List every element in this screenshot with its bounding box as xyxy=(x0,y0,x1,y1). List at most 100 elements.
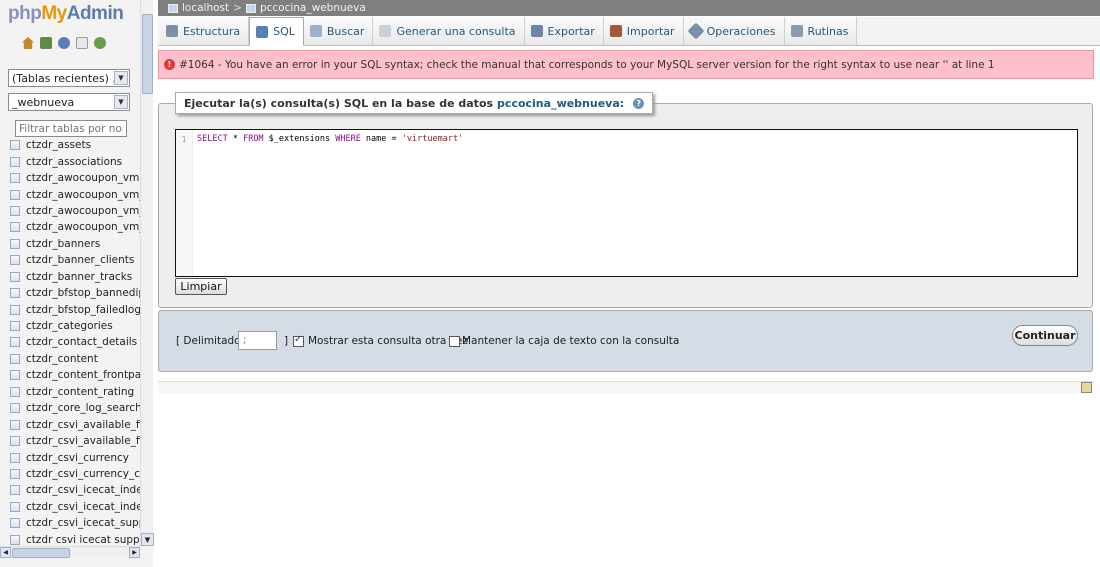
phpmyadmin-logo[interactable]: phpMyAdmin xyxy=(8,3,124,25)
table-icon[interactable] xyxy=(10,419,20,430)
table-list-item[interactable]: ctzdr_awocoupon_vm_history xyxy=(10,186,140,202)
tab-sql[interactable]: SQL xyxy=(249,17,304,46)
table-icon[interactable] xyxy=(10,173,20,184)
table-name[interactable]: ctzdr_core_log_searches xyxy=(26,402,140,414)
table-list-item[interactable]: ctzdr_associations xyxy=(10,153,140,169)
table-name[interactable]: ctzdr_content xyxy=(26,353,98,365)
table-name[interactable]: ctzdr_awocoupon_vm xyxy=(26,172,139,184)
breadcrumb-database[interactable]: pccocina_webnueva xyxy=(260,2,366,14)
table-list-item[interactable]: ctzdr_contact_details xyxy=(10,334,140,350)
table-name[interactable]: ctzdr_csvi_icecat_supplier xyxy=(26,517,140,529)
tab-rutinas[interactable]: Rutinas xyxy=(784,17,858,45)
tab-exportar[interactable]: Exportar xyxy=(524,17,604,45)
tab-generar-una-consulta[interactable]: Generar una consulta xyxy=(373,17,525,45)
table-name[interactable]: ctzdr_csvi_currency xyxy=(26,452,129,464)
home-icon[interactable] xyxy=(22,37,34,49)
table-icon[interactable] xyxy=(10,205,20,216)
table-list-item[interactable]: ctzdr_content_frontpage xyxy=(10,367,140,383)
table-icon[interactable] xyxy=(10,485,20,496)
table-icon[interactable] xyxy=(10,337,20,348)
table-icon[interactable] xyxy=(10,534,20,545)
tab-importar[interactable]: Importar xyxy=(603,17,684,45)
table-name[interactable]: ctzdr_bfstop_bannedip xyxy=(26,287,140,299)
docs-icon[interactable] xyxy=(76,37,88,49)
sql-editor[interactable]: 1 SELECT * FROM $_extensions WHERE name … xyxy=(175,129,1078,277)
table-name[interactable]: ctzdr_csvi_icecat_index_d xyxy=(26,501,140,513)
table-list-item[interactable]: ctzdr_bfstop_failedlogin xyxy=(10,301,140,317)
keep-textbox-label[interactable]: Mantener la caja de texto con la consult… xyxy=(462,335,679,347)
table-icon[interactable] xyxy=(10,353,20,364)
table-icon[interactable] xyxy=(10,255,20,266)
database-select[interactable]: _webnueva ▼ xyxy=(8,93,130,111)
table-name[interactable]: ctzdr_banner_clients xyxy=(26,254,134,266)
delimiter-input[interactable] xyxy=(238,331,277,350)
table-name[interactable]: ctzdr_csvi_currency_currency xyxy=(26,468,140,480)
table-name[interactable]: ctzdr_assets xyxy=(26,139,91,151)
table-list-item[interactable]: ctzdr_awocoupon_vm xyxy=(10,170,140,186)
table-name[interactable]: ctzdr_csvi_available_fields xyxy=(26,419,140,431)
table-list-item[interactable]: ctzdr_csvi_icecat_supplier xyxy=(10,515,140,531)
clear-button[interactable]: Limpiar xyxy=(175,278,227,295)
table-list-item[interactable]: ctzdr_awocoupon_vm_product xyxy=(10,203,140,219)
exit-icon[interactable] xyxy=(40,37,52,49)
table-name[interactable]: ctzdr_awocoupon_vm_product xyxy=(26,205,140,217)
table-list-item[interactable]: ctzdr_content_rating xyxy=(10,384,140,400)
table-icon[interactable] xyxy=(10,452,20,463)
sql-code[interactable]: SELECT * FROM $_extensions WHERE name = … xyxy=(197,134,463,144)
table-name[interactable]: ctzdr_content_frontpage xyxy=(26,369,140,381)
table-icon[interactable] xyxy=(10,189,20,200)
table-list-item[interactable]: ctzdr_banner_tracks xyxy=(10,269,140,285)
table-icon[interactable] xyxy=(10,518,20,529)
table-name[interactable]: ctzdr_awocoupon_vm_history xyxy=(26,189,140,201)
table-icon[interactable] xyxy=(10,321,20,332)
table-icon[interactable] xyxy=(10,304,20,315)
table-name[interactable]: ctzdr csvi icecat supplier xyxy=(26,534,140,545)
table-icon[interactable] xyxy=(10,468,20,479)
table-icon[interactable] xyxy=(10,288,20,299)
scroll-down-icon[interactable]: ▼ xyxy=(141,533,154,546)
tab-operaciones[interactable]: Operaciones xyxy=(683,17,785,45)
table-name[interactable]: ctzdr_awocoupon_vm_user xyxy=(26,221,140,233)
scroll-right-icon[interactable]: ▶ xyxy=(129,547,140,558)
console-icon[interactable] xyxy=(1081,382,1092,393)
table-name[interactable]: ctzdr_associations xyxy=(26,156,122,168)
table-list-item[interactable]: ctzdr_content xyxy=(10,351,140,367)
table-list-item[interactable]: ctzdr_csvi_currency_currency xyxy=(10,466,140,482)
chevron-down-icon[interactable]: ▼ xyxy=(114,95,128,109)
table-icon[interactable] xyxy=(10,370,20,381)
show-query-checkbox[interactable] xyxy=(293,334,304,347)
table-list-item[interactable]: ctzdr_banner_clients xyxy=(10,252,140,268)
scrollbar-thumb[interactable] xyxy=(12,548,70,558)
table-icon[interactable] xyxy=(10,271,20,282)
table-icon[interactable] xyxy=(10,403,20,414)
table-list-item[interactable]: ctzdr_banners xyxy=(10,236,140,252)
table-name[interactable]: ctzdr_csvi_icecat_index xyxy=(26,484,140,496)
show-query-label[interactable]: Mostrar esta consulta otra vez xyxy=(308,335,468,347)
table-icon[interactable] xyxy=(10,386,20,397)
table-list-item[interactable]: ctzdr_assets xyxy=(10,137,140,153)
scrollbar-thumb[interactable] xyxy=(142,14,153,94)
table-list-item[interactable]: ctzdr_categories xyxy=(10,318,140,334)
table-icon[interactable] xyxy=(10,140,20,151)
recent-tables-select[interactable]: (Tablas recientes) ... ▼ xyxy=(8,69,130,87)
table-name[interactable]: ctzdr_bfstop_failedlogin xyxy=(26,304,140,316)
table-list-item[interactable]: ctzdr_awocoupon_vm_user xyxy=(10,219,140,235)
table-list-item[interactable]: ctzdr_csvi_icecat_index_d xyxy=(10,499,140,515)
table-list-item[interactable]: ctzdr_csvi_icecat_index xyxy=(10,482,140,498)
table-name[interactable]: ctzdr_banner_tracks xyxy=(26,271,132,283)
table-filter-input[interactable] xyxy=(15,120,127,137)
table-icon[interactable] xyxy=(10,156,20,167)
scroll-left-icon[interactable]: ◀ xyxy=(0,547,11,558)
tab-buscar[interactable]: Buscar xyxy=(303,17,374,45)
breadcrumb-server[interactable]: localhost xyxy=(182,2,229,14)
table-icon[interactable] xyxy=(10,436,20,447)
table-list-item[interactable]: ctzdr csvi icecat supplier xyxy=(10,532,140,545)
table-name[interactable]: ctzdr_contact_details xyxy=(26,336,137,348)
table-list-item[interactable]: ctzdr_core_log_searches xyxy=(10,400,140,416)
table-name[interactable]: ctzdr_banners xyxy=(26,238,100,250)
horizontal-scrollbar[interactable]: ◀ ▶ xyxy=(0,546,140,558)
table-list-item[interactable]: ctzdr_bfstop_bannedip xyxy=(10,285,140,301)
tab-estructura[interactable]: Estructura xyxy=(160,17,250,45)
table-name[interactable]: ctzdr_content_rating xyxy=(26,386,134,398)
table-name[interactable]: ctzdr_csvi_available_fields xyxy=(26,435,140,447)
